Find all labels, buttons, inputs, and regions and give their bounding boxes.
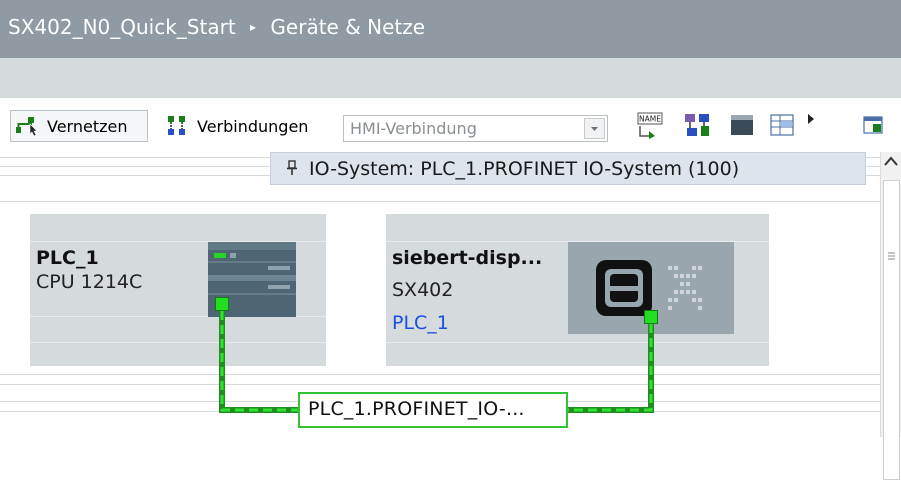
scrollbar-thumb[interactable] [883, 180, 900, 480]
scroll-up-icon[interactable] [881, 152, 901, 172]
profinet-network-lines[interactable] [0, 0, 880, 437]
network-label-text: PLC_1.PROFINET_IO-... [308, 398, 525, 420]
network-label[interactable]: PLC_1.PROFINET_IO-... [298, 392, 568, 428]
vertical-scrollbar[interactable] [880, 152, 901, 480]
grip-icon [888, 252, 895, 260]
